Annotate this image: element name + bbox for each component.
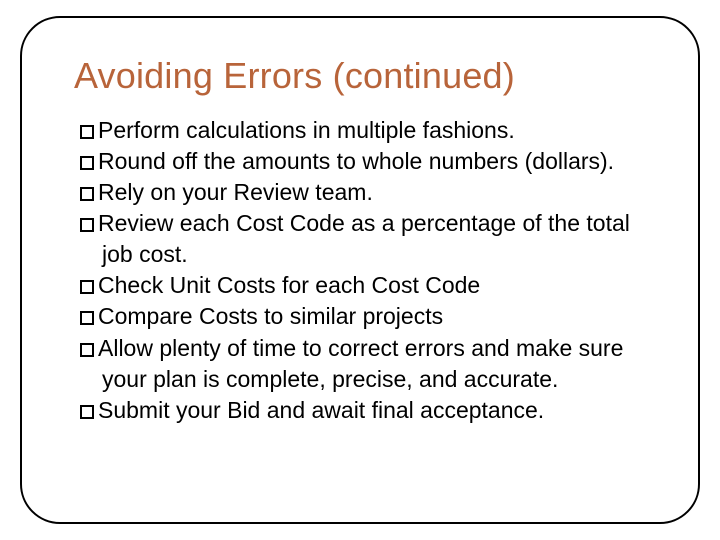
list-item: Submit your Bid and await final acceptan… [74, 395, 660, 426]
list-item: Round off the amounts to whole numbers (… [74, 146, 660, 177]
checkbox-icon [80, 280, 94, 294]
list-item-text: Rely on your Review team. [98, 179, 373, 205]
list-item: Check Unit Costs for each Cost Code [74, 270, 660, 301]
slide-frame: Avoiding Errors (continued) Perform calc… [20, 16, 700, 524]
checkbox-icon [80, 343, 94, 357]
slide-title: Avoiding Errors (continued) [74, 54, 660, 97]
checkbox-icon [80, 156, 94, 170]
list-item: Rely on your Review team. [74, 177, 660, 208]
checkbox-icon [80, 187, 94, 201]
list-item-text: Perform calculations in multiple fashion… [98, 117, 515, 143]
list-item-text: Round off the amounts to whole numbers (… [98, 148, 614, 174]
list-item-text: Compare Costs to similar projects [98, 303, 443, 329]
bullet-list: Perform calculations in multiple fashion… [74, 115, 660, 425]
checkbox-icon [80, 218, 94, 232]
list-item-text: Review each Cost Code as a percentage of… [98, 210, 630, 267]
list-item-text: Check Unit Costs for each Cost Code [98, 272, 480, 298]
list-item-text: Submit your Bid and await final acceptan… [98, 397, 544, 423]
list-item: Perform calculations in multiple fashion… [74, 115, 660, 146]
list-item: Compare Costs to similar projects [74, 301, 660, 332]
list-item: Review each Cost Code as a percentage of… [74, 208, 660, 270]
checkbox-icon [80, 125, 94, 139]
slide: Avoiding Errors (continued) Perform calc… [0, 0, 720, 540]
checkbox-icon [80, 311, 94, 325]
checkbox-icon [80, 405, 94, 419]
list-item-text: Allow plenty of time to correct errors a… [98, 335, 623, 392]
list-item: Allow plenty of time to correct errors a… [74, 333, 660, 395]
